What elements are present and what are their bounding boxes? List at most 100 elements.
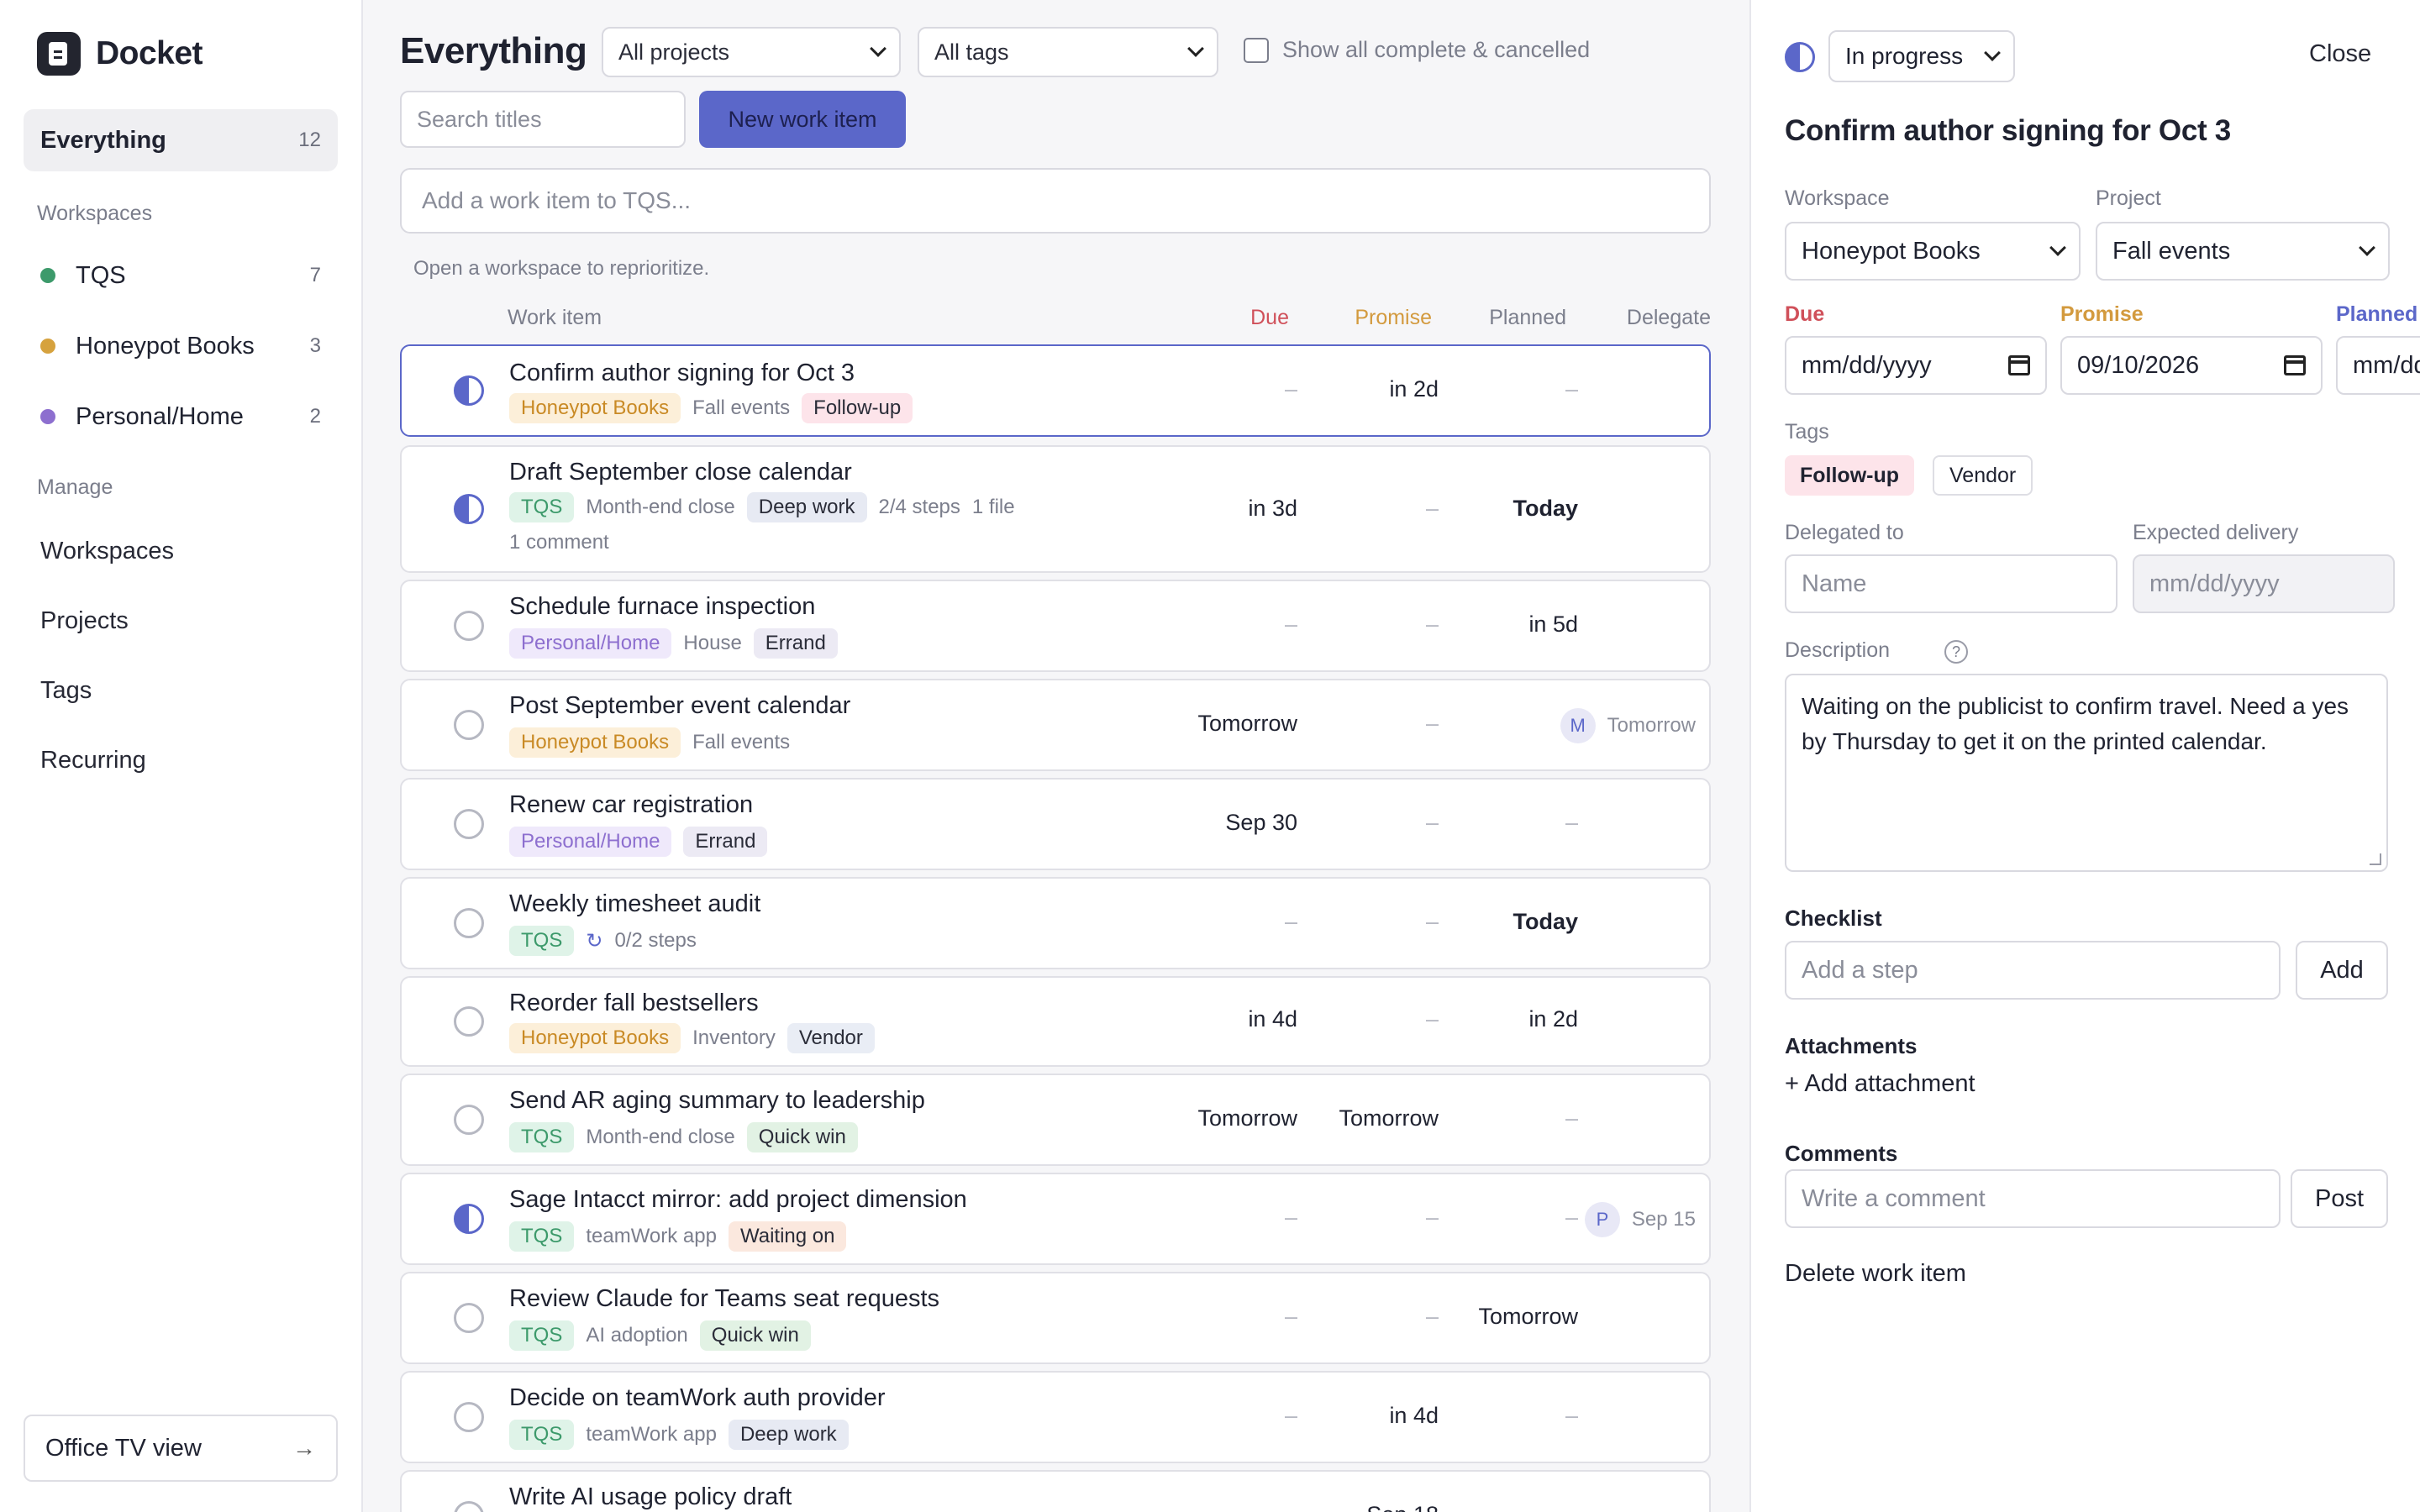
table-row[interactable]: Write AI usage policy draft Sep 18 [400,1470,1711,1512]
expected-delivery-label: Expected delivery [2133,521,2299,544]
tag-filter-select[interactable]: All tags [918,27,1218,77]
planned-cell: – [1565,1105,1578,1131]
sidebar-item-tags[interactable]: Tags [40,677,92,705]
delegated-to-input[interactable]: Name [1785,554,2118,613]
close-button[interactable]: Close [2309,40,2371,68]
delegate-date: Sep 15 [1631,1208,1696,1231]
sidebar-item-count: 2 [309,405,321,428]
quick-add-input[interactable]: Add a work item to TQS... [400,168,1711,234]
chevron-down-icon [2049,239,2066,256]
due-date-input[interactable]: mm/dd/yyyy [1785,336,2047,395]
arrow-right-icon: → [292,1435,316,1461]
due-label: Due [1785,302,1825,326]
description-text: Waiting on the publicist to confirm trav… [1802,693,2349,754]
table-row[interactable]: Renew car registration Personal/Home Err… [400,778,1711,870]
planned-date-input[interactable]: mm/dd/yyyy [2336,336,2420,395]
add-step-button[interactable]: Add [2296,941,2388,1000]
sidebar-item-count: 3 [309,334,321,357]
workspace-dot-icon [40,339,55,354]
chevron-down-icon [2359,239,2375,256]
column-header-planned: Planned [1489,306,1566,329]
promise-date-value: 09/10/2026 [2077,351,2200,379]
planned-cell: Today [1512,909,1578,934]
table-row[interactable]: Sage Intacct mirror: add project dimensi… [400,1173,1711,1265]
project-select-value: Fall events [2112,237,2231,265]
delete-work-item-button[interactable]: Delete work item [1785,1260,1966,1288]
planned-cell: – [1565,1205,1578,1230]
brand-name: Docket [96,35,203,71]
calendar-icon[interactable] [2008,355,2030,375]
avatar: M [1560,708,1596,743]
row-title: Draft September close calendar [509,459,852,486]
description-textarea[interactable]: Waiting on the publicist to confirm trav… [1785,674,2388,872]
tag-toggle-vendor[interactable]: Vendor [1933,455,2033,496]
promise-label: Promise [2060,302,2144,326]
sidebar-item-honeypot-books[interactable]: Honeypot Books 3 [24,318,338,375]
sidebar-item-tqs[interactable]: TQS 7 [24,247,338,304]
column-header-delegate: Delegate [1626,306,1711,329]
table-row[interactable]: Confirm author signing for Oct 3 Honeypo… [400,344,1711,437]
promise-date-input[interactable]: 09/10/2026 [2060,336,2323,395]
table-row[interactable]: Schedule furnace inspection Personal/Hom… [400,580,1711,672]
planned-label: Planned [2336,302,2418,326]
table-row[interactable]: Reorder fall bestsellers Honeypot Books … [400,976,1711,1067]
post-comment-button[interactable]: Post [2291,1169,2388,1228]
delegate-cell: M Tomorrow [1560,708,1696,743]
show-complete-checkbox[interactable] [1244,37,1269,63]
sidebar-item-workspaces[interactable]: Workspaces [40,538,174,565]
chevron-down-icon [1984,45,2001,61]
detail-title: Confirm author signing for Oct 3 [1785,114,2231,147]
project-filter-select[interactable]: All projects [602,27,901,77]
calendar-icon[interactable] [2284,355,2306,375]
sidebar-item-label: Everything [40,126,166,154]
help-icon[interactable]: ? [1944,640,1968,664]
tag-toggle-follow-up[interactable]: Follow-up [1785,455,1915,496]
office-tv-view-label: Office TV view [45,1434,202,1462]
show-complete-toggle[interactable]: Show all complete & cancelled [1244,37,1590,63]
planned-cell: in 5d [1528,612,1578,637]
workspace-select[interactable]: Honeypot Books [1785,222,2081,281]
status-select[interactable]: In progress [1828,30,2015,82]
sidebar-item-projects[interactable]: Projects [40,607,129,635]
planned-date-value: mm/dd/yyyy [2353,351,2420,379]
table-row[interactable]: Decide on teamWork auth provider TQS tea… [400,1371,1711,1463]
comment-input[interactable]: Write a comment [1785,1169,2281,1228]
sidebar-item-recurring[interactable]: Recurring [40,747,146,774]
new-work-item-button[interactable]: New work item [699,91,906,148]
planned-cell: – [1565,376,1578,402]
due-date-value: mm/dd/yyyy [1802,351,1932,379]
detail-panel: In progress Close Confirm author signing… [1749,0,2420,1512]
table-row[interactable]: Weekly timesheet audit TQS ↻ 0/2 steps –… [400,877,1711,969]
project-filter-value: All projects [618,39,730,65]
sidebar-item-label: TQS [76,261,126,289]
show-complete-label: Show all complete & cancelled [1282,37,1591,62]
sidebar-item-count: 12 [298,129,321,151]
table-row[interactable]: Send AR aging summary to leadership TQS … [400,1074,1711,1166]
project-label: Project [2096,186,2161,210]
workspace-label: Workspace [1785,186,1890,210]
workspace-dot-icon [40,268,55,283]
table-row[interactable]: Review Claude for Teams seat requests TQ… [400,1272,1711,1364]
chevron-down-icon [870,40,886,57]
checklist-input[interactable]: Add a step [1785,941,2281,1000]
comments-label: Comments [1785,1141,1898,1166]
project-select[interactable]: Fall events [2096,222,2390,281]
column-header-due: Due [1250,306,1289,329]
sidebar-item-label: Honeypot Books [76,332,255,360]
tags-label: Tags [1785,420,1829,444]
expected-delivery-input[interactable]: mm/dd/yyyy [2133,554,2395,613]
planned-cell: – [402,711,1578,737]
sidebar-item-personal-home[interactable]: Personal/Home 2 [24,388,338,445]
comment-count: 1 comment [509,531,609,554]
resize-handle-icon[interactable] [2370,853,2381,865]
add-attachment-link[interactable]: + Add attachment [1785,1070,1975,1098]
delegate-date: Tomorrow [1607,714,1696,737]
row-meta-second-line: 1 comment [509,531,609,554]
sidebar-item-everything[interactable]: Everything 12 [24,109,338,171]
table-row[interactable]: Draft September close calendar TQS Month… [400,445,1711,573]
office-tv-view-button[interactable]: Office TV view → [24,1415,338,1482]
planned-cell: Today [1512,496,1578,521]
table-row[interactable]: Post September event calendar Honeypot B… [400,679,1711,771]
brand[interactable]: Docket [37,32,203,76]
search-input[interactable]: Search titles [400,91,686,148]
